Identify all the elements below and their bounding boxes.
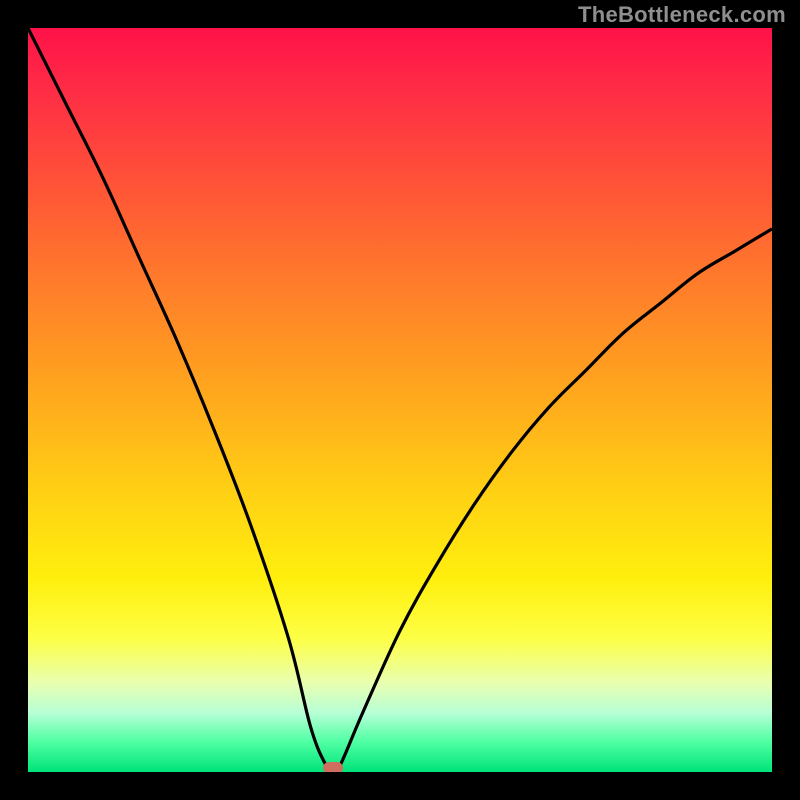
curve-path — [28, 28, 772, 772]
watermark-text: TheBottleneck.com — [578, 2, 786, 28]
bottleneck-curve — [28, 28, 772, 772]
plot-area — [28, 28, 772, 772]
optimal-point-marker — [323, 762, 343, 772]
chart-frame: TheBottleneck.com — [0, 0, 800, 800]
